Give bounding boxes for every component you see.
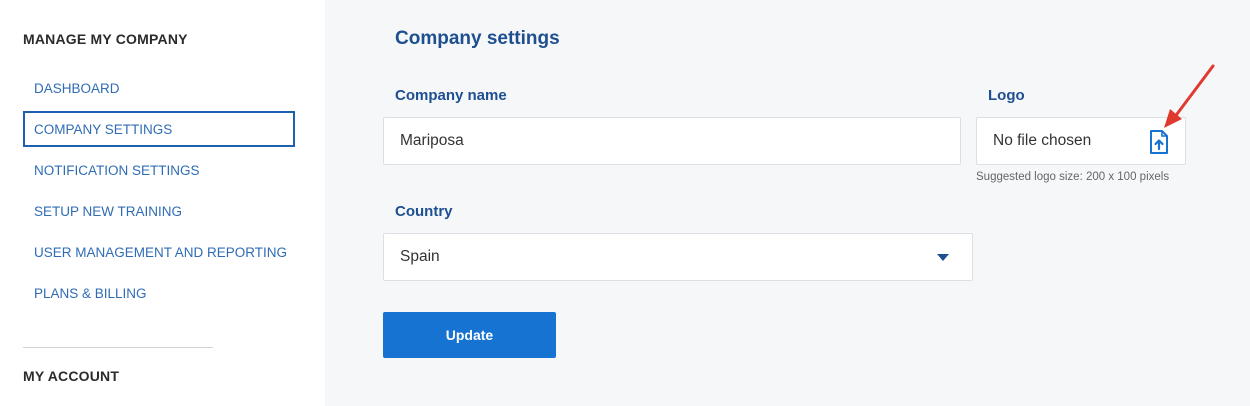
country-label: Country xyxy=(395,203,453,220)
sidebar-item-label: USER MANAGEMENT AND REPORTING xyxy=(34,244,288,260)
file-upload-icon[interactable] xyxy=(1149,130,1169,154)
sidebar-item-notification-settings[interactable]: NOTIFICATION SETTINGS xyxy=(23,152,295,188)
sidebar-divider xyxy=(23,347,213,348)
country-select[interactable]: Spain xyxy=(383,233,973,281)
my-account-heading: MY ACCOUNT xyxy=(23,368,120,384)
company-name-label: Company name xyxy=(395,87,507,104)
country-selected-value: Spain xyxy=(400,248,440,265)
company-name-input[interactable]: Mariposa xyxy=(383,117,961,165)
caret-down-icon[interactable] xyxy=(936,253,950,262)
sidebar: MANAGE MY COMPANY DASHBOARD COMPANY SETT… xyxy=(0,0,325,406)
sidebar-item-plans-billing[interactable]: PLANS & BILLING xyxy=(23,275,295,311)
sidebar-item-label: SETUP NEW TRAINING xyxy=(34,203,183,219)
logo-label: Logo xyxy=(988,87,1025,104)
logo-file-text: No file chosen xyxy=(993,132,1092,149)
company-name-value: Mariposa xyxy=(400,132,464,149)
logo-file-input[interactable]: No file chosen xyxy=(976,117,1186,165)
sidebar-item-user-management[interactable]: USER MANAGEMENT AND REPORTING xyxy=(23,234,295,270)
logo-size-hint: Suggested logo size: 200 x 100 pixels xyxy=(976,171,1170,183)
sidebar-item-company-settings[interactable]: COMPANY SETTINGS xyxy=(23,111,295,147)
sidebar-item-label: COMPANY SETTINGS xyxy=(34,121,173,137)
update-button[interactable]: Update xyxy=(383,312,556,358)
sidebar-item-setup-new-training[interactable]: SETUP NEW TRAINING xyxy=(23,193,295,229)
sidebar-item-label: NOTIFICATION SETTINGS xyxy=(34,162,200,178)
sidebar-item-dashboard[interactable]: DASHBOARD xyxy=(23,70,295,106)
sidebar-item-label: DASHBOARD xyxy=(34,80,120,96)
sidebar-item-label: PLANS & BILLING xyxy=(34,285,147,301)
manage-company-heading: MANAGE MY COMPANY xyxy=(23,31,188,47)
page-title: Company settings xyxy=(395,28,560,49)
